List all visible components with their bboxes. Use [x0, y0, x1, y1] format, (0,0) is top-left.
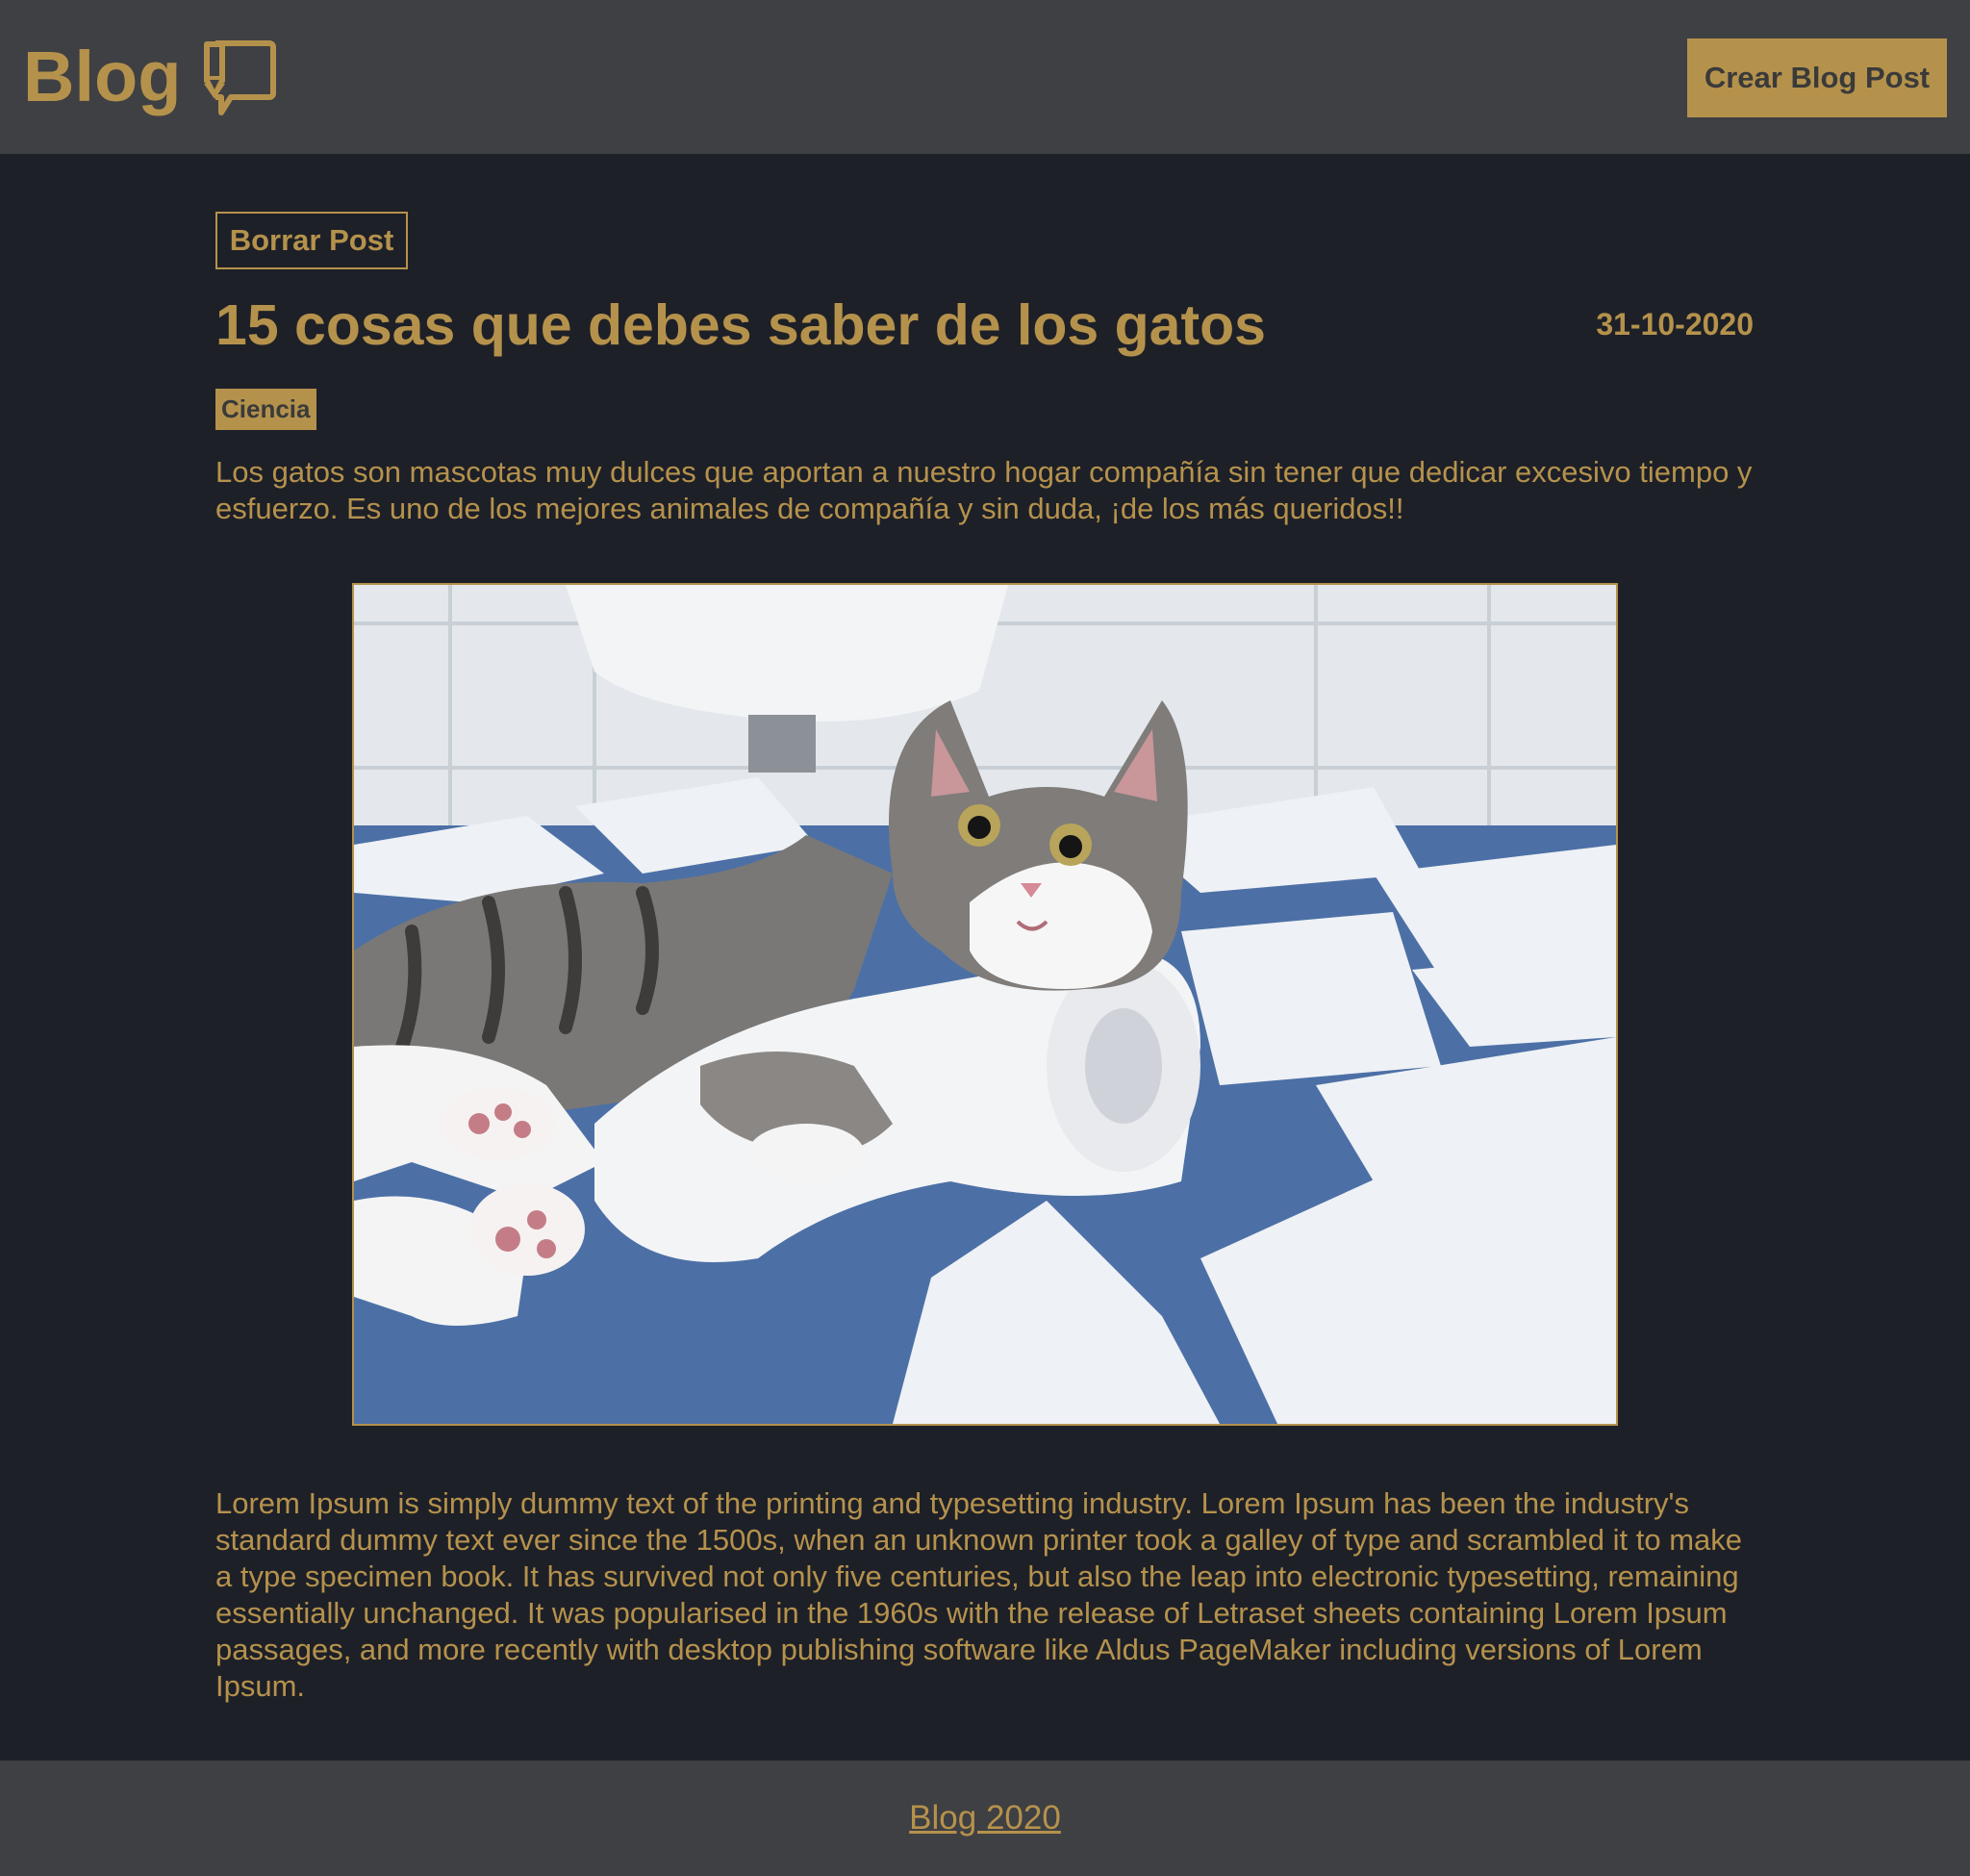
brand-logo-link[interactable]: Blog — [23, 31, 277, 123]
site-header: Blog Crear Blog Post — [0, 0, 1970, 154]
brand-title: Blog — [23, 37, 182, 116]
post-title: 15 cosas que debes saber de los gatos — [215, 293, 1266, 357]
site-footer: Blog 2020 — [0, 1761, 1970, 1876]
post-intro: Los gatos son mascotas muy dulces que ap… — [215, 455, 1753, 525]
post-date: 31-10-2020 — [1596, 307, 1754, 342]
create-post-button[interactable]: Crear Blog Post — [1687, 38, 1947, 117]
category-badge: Ciencia — [215, 389, 316, 430]
post-image — [352, 583, 1618, 1426]
chat-bubble-pen-icon — [204, 40, 277, 115]
delete-post-button[interactable]: Borrar Post — [215, 212, 408, 269]
footer-link[interactable]: Blog 2020 — [0, 1795, 1970, 1841]
cat-in-toilet-paper-photo — [354, 585, 1616, 1424]
post-body: Lorem Ipsum is simply dummy text of the … — [215, 1486, 1743, 1703]
